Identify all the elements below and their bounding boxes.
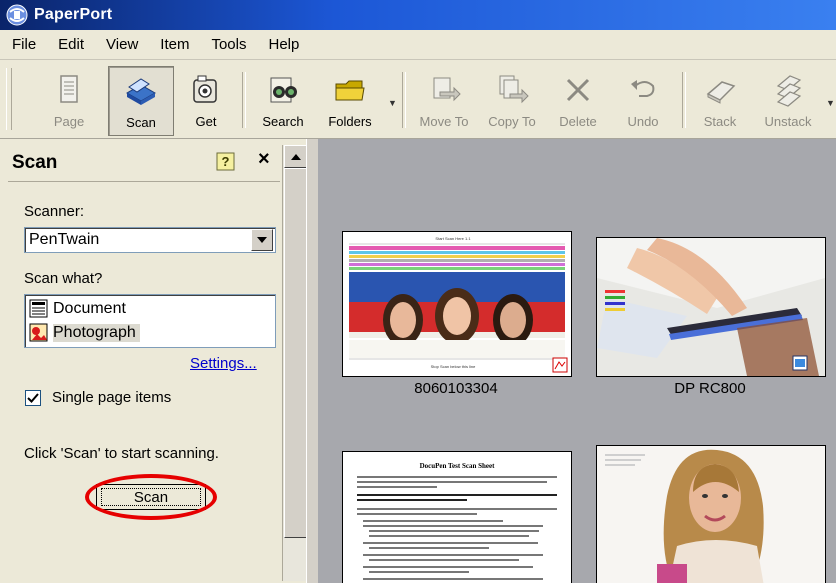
unstack-icon xyxy=(776,75,802,107)
undo-button[interactable]: Undo xyxy=(618,66,668,134)
portrait-photo-image xyxy=(597,446,825,583)
get-icon xyxy=(193,75,217,103)
scan-pane-title: Scan xyxy=(12,152,58,173)
option-document[interactable]: Document xyxy=(29,298,126,320)
toolbar-separator xyxy=(402,72,406,128)
menu-file[interactable]: File xyxy=(0,36,47,53)
scan-pane: Scan ? × Scanner: PenTwain Scan what? Do… xyxy=(0,139,307,583)
close-icon[interactable]: × xyxy=(258,148,270,171)
scan-test-sheet-image: Start Scan Here 1.1 Stop Scan below this… xyxy=(343,232,571,376)
delete-button[interactable]: Delete xyxy=(552,66,604,134)
get-label: Get xyxy=(195,114,217,129)
scanner-dropdown-button[interactable] xyxy=(251,229,273,251)
folders-dropdown-arrow[interactable]: ▼ xyxy=(388,99,397,108)
thumbnail-document[interactable]: DocuPen Test Scan Sheet xyxy=(342,451,572,583)
document-icon xyxy=(29,299,48,318)
title-bar[interactable]: PaperPort xyxy=(0,0,836,30)
scroll-up-button[interactable] xyxy=(284,145,307,168)
checkmark-icon xyxy=(27,393,39,403)
folders-label: Folders xyxy=(328,114,372,129)
scanner-select[interactable]: PenTwain xyxy=(24,227,276,253)
folders-button[interactable]: Folders xyxy=(320,66,380,134)
scan-label: Scan xyxy=(126,115,156,130)
menu-view[interactable]: View xyxy=(95,36,149,53)
unstack-button[interactable]: Unstack xyxy=(756,66,820,134)
paperport-app-icon xyxy=(6,4,28,26)
main-toolbar: Page Scan Get Search Folders ▼ Move To C… xyxy=(0,60,836,139)
settings-link[interactable]: Settings... xyxy=(190,355,257,372)
photograph-icon xyxy=(29,323,48,342)
undo-label: Undo xyxy=(627,114,659,129)
thumbnail-caption-2: DP RC800 xyxy=(674,380,746,397)
delete-label: Delete xyxy=(559,114,597,129)
scan-pane-scrollbar[interactable] xyxy=(282,145,307,581)
thumbnail-portrait-photo[interactable] xyxy=(596,445,826,583)
scrollbar-thumb[interactable] xyxy=(284,168,307,538)
scan-what-list[interactable]: Document Photograph xyxy=(24,294,276,348)
option-photograph-label: Photograph xyxy=(53,324,140,342)
stack-label: Stack xyxy=(703,114,737,129)
scan-pane-header: Scan ? × xyxy=(8,145,280,182)
page-label: Page xyxy=(53,114,85,129)
get-button[interactable]: Get xyxy=(180,66,232,134)
scan-what-label: Scan what? xyxy=(24,270,103,287)
paperport-window: PaperPort File Edit View Item Tools Help… xyxy=(0,0,836,583)
thumbnail-scanner-photo[interactable] xyxy=(596,237,826,377)
scanner-icon xyxy=(125,78,157,105)
menu-edit[interactable]: Edit xyxy=(47,36,95,53)
undo-icon xyxy=(631,80,655,97)
option-document-label: Document xyxy=(53,300,126,317)
chevron-up-icon xyxy=(290,153,301,160)
scanner-label: Scanner: xyxy=(24,203,85,220)
chevron-down-icon xyxy=(257,237,267,243)
page-icon xyxy=(60,75,78,103)
search-button[interactable]: Search xyxy=(256,66,310,134)
option-photograph[interactable]: Photograph xyxy=(29,322,140,344)
move-to-icon xyxy=(433,77,461,102)
page-button[interactable]: Page xyxy=(44,66,94,134)
toolbar-separator xyxy=(242,72,246,128)
single-page-label: Single page items xyxy=(52,389,172,406)
highlight-circle xyxy=(85,474,217,520)
copy-to-icon xyxy=(499,75,529,104)
menu-item[interactable]: Item xyxy=(149,36,200,53)
item-gallery: Start Scan Here 1.1 Stop Scan below this… xyxy=(318,139,836,583)
document-page-image: DocuPen Test Scan Sheet xyxy=(343,452,571,583)
folder-icon xyxy=(335,80,365,101)
single-page-checkbox[interactable] xyxy=(25,390,41,406)
menu-help[interactable]: Help xyxy=(258,36,311,53)
search-label: Search xyxy=(262,114,304,129)
menu-bar: File Edit View Item Tools Help xyxy=(0,30,836,60)
test-sheet-top-text: Start Scan Here 1.1 xyxy=(435,236,471,241)
window-title: PaperPort xyxy=(34,6,113,23)
stack-icon xyxy=(706,81,736,104)
stack-button[interactable]: Stack xyxy=(694,66,746,134)
move-to-button[interactable]: Move To xyxy=(412,66,476,134)
toolbar-separator xyxy=(682,72,686,128)
scan-toolbar-button[interactable]: Scan xyxy=(108,66,174,136)
scanner-photo-image xyxy=(597,238,825,376)
copy-to-label: Copy To xyxy=(488,114,536,129)
help-icon[interactable]: ? xyxy=(216,152,236,172)
thumbnail-scan-test-sheet[interactable]: Start Scan Here 1.1 Stop Scan below this… xyxy=(342,231,572,377)
scanner-value: PenTwain xyxy=(29,231,100,248)
thumbnail-caption-1: 8060103304 xyxy=(414,380,498,397)
move-to-label: Move To xyxy=(419,114,469,129)
test-sheet-bottom-text: Stop Scan below this line xyxy=(431,364,476,369)
document-heading: DocuPen Test Scan Sheet xyxy=(420,462,496,470)
scan-instruction: Click 'Scan' to start scanning. xyxy=(24,445,219,462)
unstack-label: Unstack xyxy=(764,114,812,129)
binoculars-icon xyxy=(270,77,297,103)
delete-x-icon xyxy=(566,78,590,102)
toolbar-overflow-arrow[interactable]: ▼ xyxy=(826,99,835,108)
toolbar-grip[interactable] xyxy=(6,68,12,130)
menu-tools[interactable]: Tools xyxy=(200,36,257,53)
svg-text:?: ? xyxy=(222,154,230,169)
copy-to-button[interactable]: Copy To xyxy=(480,66,544,134)
